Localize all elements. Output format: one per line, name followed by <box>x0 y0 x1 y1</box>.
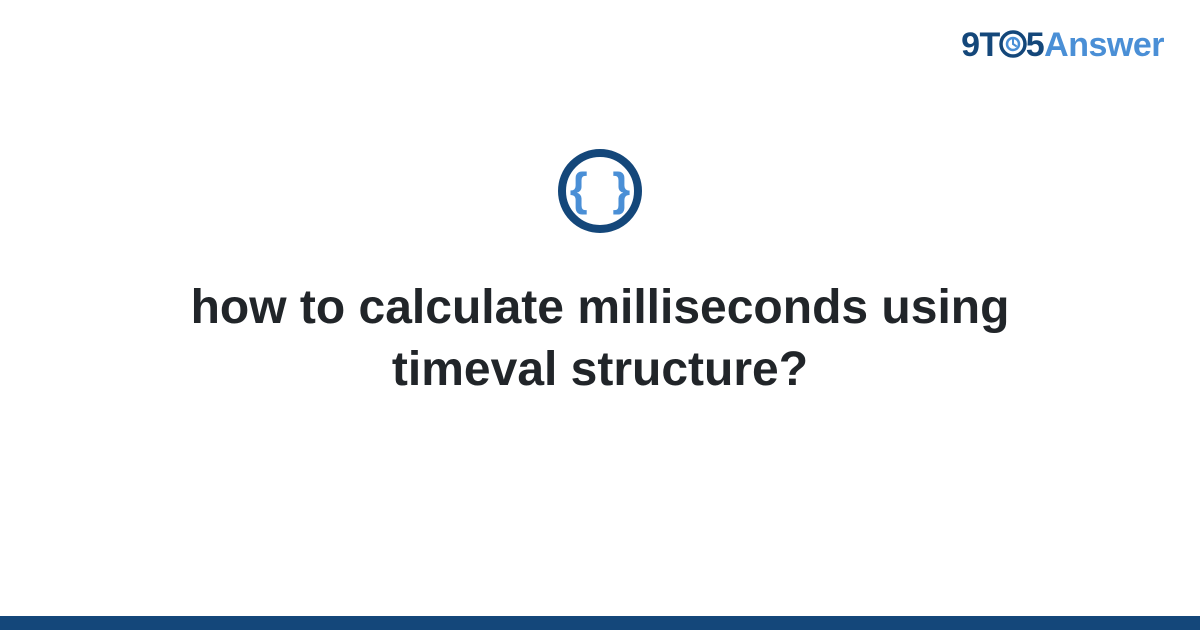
question-title: how to calculate milliseconds using time… <box>150 277 1050 402</box>
code-braces-icon: { } <box>558 149 642 233</box>
braces-glyph: { } <box>570 166 637 212</box>
main-content: { } how to calculate milliseconds using … <box>0 0 1200 630</box>
footer-accent-bar <box>0 616 1200 630</box>
